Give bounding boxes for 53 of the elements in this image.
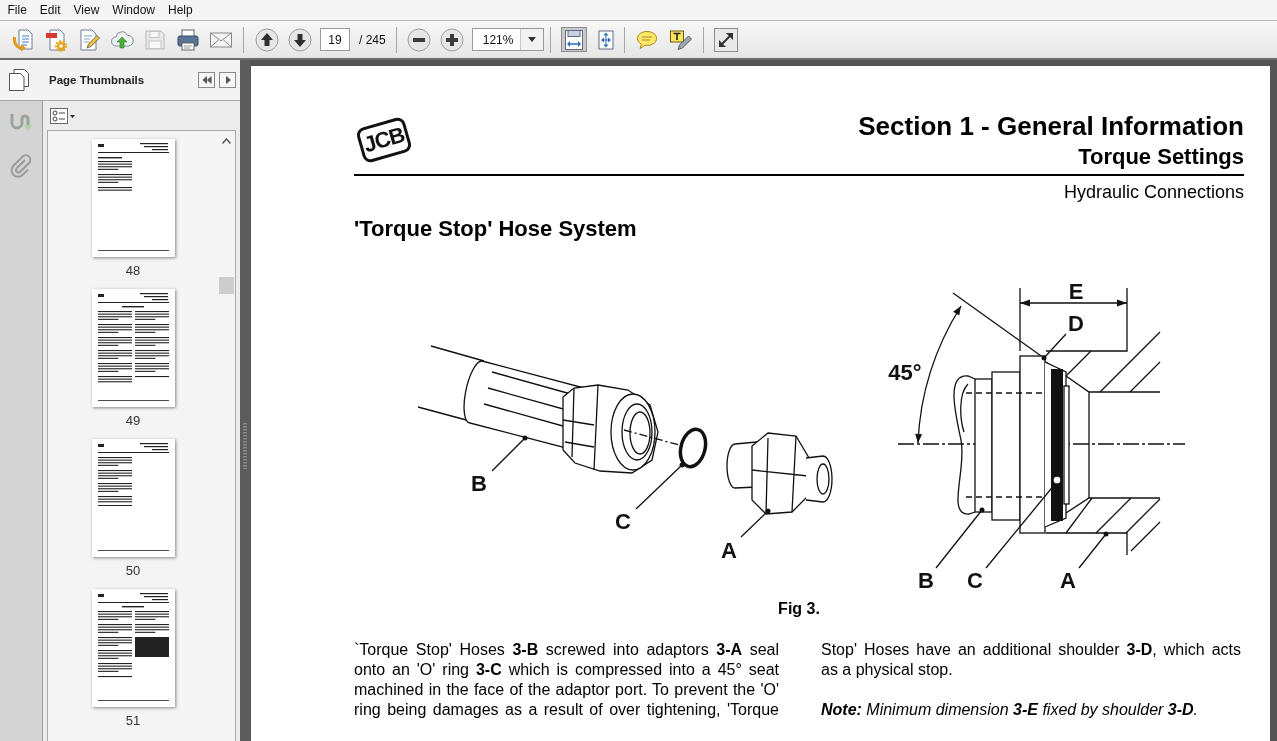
topic-title: Hydraulic Connections [1063,181,1244,203]
logo: JCB [354,115,413,165]
body-paragraph: `Torque Stop' Hoses 3-B screwed into adaptors 3-A seal onto an 'O' ring 3-C which is compressed into a 45° seat machined in the face of the adaptor port. To prevent the 'O' ring being damages as a result of over tightening, 'Torque [354,640,779,720]
page-number-field[interactable]: 19 [320,28,350,51]
double-triangle-left-icon [201,75,212,85]
page-expand-arrows-icon [596,28,615,51]
section-heading: 'Torque Stop' Hose System [354,216,637,242]
page-number-label: 48 [125,263,141,279]
chapter-title: Torque Settings [1078,144,1244,170]
panel-title: Page Thumbnails [49,74,145,86]
page-count: / 245 [359,32,386,47]
plus-circle-icon[interactable] [440,27,465,52]
panel-forward-button[interactable] [219,72,236,88]
grip-icon [243,423,247,469]
speech-bubble-icon[interactable] [636,29,659,50]
view-mode-button[interactable] [560,27,587,52]
menu-item[interactable]: Edit [33,0,68,20]
menu-item[interactable]: View [67,0,106,20]
page-number-label: 50 [125,563,141,579]
note-paragraph: Note: Minimum dimension 3-E fixed by shoulder 3-D. [821,700,1200,720]
caret-down-icon [527,37,536,42]
arrow-up-icon[interactable] [254,27,279,52]
body-paragraph: Stop' Hoses have an additional shoulder 3-D, which acts as a physical stop. [821,640,1241,680]
page-thumbnail[interactable] [91,289,175,407]
pages-icon[interactable] [8,68,30,92]
page-thumbnail[interactable] [91,139,175,257]
list-options-icon[interactable] [50,107,76,124]
callout-label: B [471,470,487,496]
caret-up-icon[interactable] [222,138,231,144]
scrollbar-thumb[interactable] [219,277,234,294]
menu-item[interactable]: File [1,0,34,20]
paperclip-icon[interactable] [9,154,33,178]
figure-caption: Fig 3. [778,600,820,618]
minus-circle-icon[interactable] [407,27,432,52]
zoom-field[interactable]: 121% [471,28,544,51]
callout-label: C [967,567,983,593]
callout-label: A [721,537,737,563]
document-gear-icon[interactable] [43,27,68,52]
page-number-label: 51 [125,713,141,729]
menu-item[interactable]: Help [161,0,200,20]
page-thumbnail[interactable] [91,439,175,557]
print-icon[interactable] [175,27,200,52]
page-number-label: 49 [125,413,141,429]
page-thumbnail[interactable] [91,589,175,707]
expand-arrows-icon[interactable] [714,27,739,52]
menu-item[interactable]: Window [105,0,162,20]
text-pen-icon[interactable] [668,28,692,51]
section-title: Section 1 - General Information [858,111,1244,141]
callout-label: C [615,508,631,534]
callout-label: B [918,567,934,593]
arrow-down-icon[interactable] [287,27,312,52]
callout-label: A [1060,567,1076,593]
panel-collapse-button[interactable] [198,72,215,88]
